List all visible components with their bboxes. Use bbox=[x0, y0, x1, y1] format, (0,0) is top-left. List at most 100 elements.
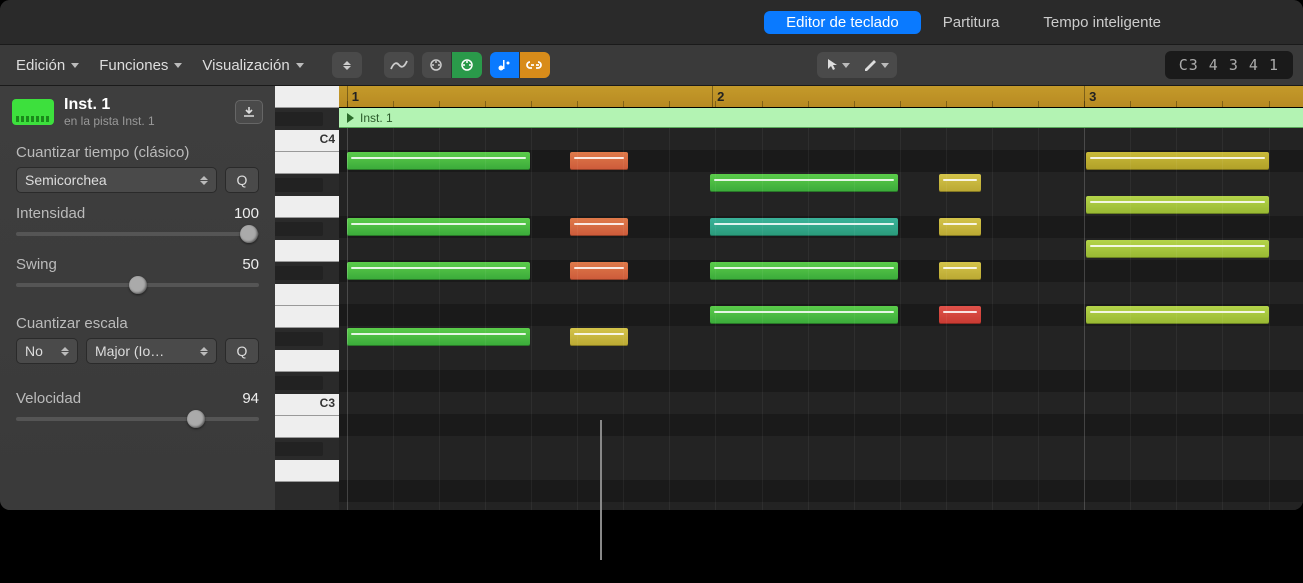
piano-key[interactable] bbox=[275, 284, 339, 306]
pencil-icon bbox=[864, 59, 878, 71]
piano-key[interactable]: C3 bbox=[275, 394, 339, 416]
region-name: Inst. 1 bbox=[360, 111, 393, 125]
automation-icon bbox=[390, 59, 408, 71]
midi-note[interactable] bbox=[570, 262, 628, 280]
chevron-down-icon bbox=[71, 63, 79, 68]
note-grid[interactable]: 123 Inst. 1 bbox=[339, 86, 1303, 510]
midi-note[interactable] bbox=[570, 328, 628, 346]
play-icon bbox=[347, 113, 354, 123]
piano-key-black[interactable] bbox=[275, 266, 323, 280]
midi-out-button[interactable] bbox=[452, 52, 482, 78]
midi-note[interactable] bbox=[570, 152, 628, 170]
midi-in-button[interactable] bbox=[422, 52, 452, 78]
menu-view-label: Visualización bbox=[202, 57, 289, 74]
track-subtitle: en la pista Inst. 1 bbox=[64, 114, 155, 128]
piano-keyboard[interactable]: C4 C3 bbox=[275, 86, 339, 510]
note-lane[interactable] bbox=[339, 502, 1303, 510]
region-header[interactable]: Inst. 1 bbox=[339, 108, 1303, 128]
strength-label: Intensidad bbox=[16, 205, 85, 222]
chevron-down-icon bbox=[842, 63, 850, 68]
midi-note[interactable] bbox=[710, 174, 898, 192]
piano-key[interactable] bbox=[275, 306, 339, 328]
piano-key-black[interactable] bbox=[275, 442, 323, 456]
piano-key[interactable] bbox=[275, 460, 339, 482]
note-lane[interactable] bbox=[339, 128, 1303, 150]
midi-note[interactable] bbox=[710, 306, 898, 324]
swing-value: 50 bbox=[242, 256, 259, 273]
piano-key[interactable]: C4 bbox=[275, 130, 339, 152]
scale-quantize-label: Cuantizar escala bbox=[16, 315, 259, 332]
midi-note[interactable] bbox=[1086, 196, 1269, 214]
midi-note[interactable] bbox=[1086, 152, 1269, 170]
stepper-icon bbox=[200, 176, 208, 185]
link-tool-group bbox=[490, 52, 550, 78]
quantize-apply-button[interactable]: Q bbox=[225, 167, 259, 193]
chevron-down-icon bbox=[174, 63, 182, 68]
midi-note[interactable] bbox=[1086, 240, 1269, 258]
pointer-icon bbox=[827, 58, 839, 72]
notes-button[interactable] bbox=[490, 52, 520, 78]
piano-key[interactable] bbox=[275, 196, 339, 218]
catch-playhead-button[interactable] bbox=[332, 52, 362, 78]
piano-roll-window: Editor de teclado Partitura Tempo inteli… bbox=[0, 0, 1303, 510]
automation-button[interactable] bbox=[384, 52, 414, 78]
midi-note[interactable] bbox=[710, 218, 898, 236]
quantize-value: Semicorchea bbox=[25, 172, 107, 188]
cmd-click-tool[interactable] bbox=[857, 52, 895, 78]
note-lane[interactable] bbox=[339, 370, 1303, 392]
quantize-select[interactable]: Semicorchea bbox=[16, 167, 217, 193]
tool-selector bbox=[817, 52, 897, 78]
piano-key[interactable] bbox=[275, 416, 339, 438]
scale-onoff-select[interactable]: No bbox=[16, 338, 78, 364]
tab-score[interactable]: Partitura bbox=[921, 11, 1022, 34]
note-lane[interactable] bbox=[339, 436, 1303, 458]
piano-roll-editor: C4 C3 123 Inst. 1 bbox=[275, 86, 1303, 510]
velocity-value: 94 bbox=[242, 390, 259, 407]
link-icon bbox=[526, 59, 544, 71]
velocity-slider[interactable] bbox=[16, 409, 259, 429]
piano-key[interactable] bbox=[275, 86, 339, 108]
left-click-tool[interactable] bbox=[819, 52, 857, 78]
note-lane[interactable] bbox=[339, 348, 1303, 370]
track-name: Inst. 1 bbox=[64, 96, 155, 114]
note-lane[interactable] bbox=[339, 458, 1303, 480]
tab-keyboard-editor[interactable]: Editor de teclado bbox=[764, 11, 921, 34]
strength-slider[interactable] bbox=[16, 224, 259, 244]
piano-key-black[interactable] bbox=[275, 332, 323, 346]
note-lane[interactable] bbox=[339, 282, 1303, 304]
midi-note[interactable] bbox=[1086, 306, 1269, 324]
velocity-label: Velocidad bbox=[16, 390, 81, 407]
view-tabbar: Editor de teclado Partitura Tempo inteli… bbox=[0, 0, 1303, 45]
midi-in-icon bbox=[427, 58, 445, 72]
midi-note[interactable] bbox=[570, 218, 628, 236]
menu-functions[interactable]: Funciones bbox=[93, 53, 188, 78]
piano-key[interactable] bbox=[275, 152, 339, 174]
position-display[interactable]: C3 4 3 4 1 bbox=[1165, 51, 1293, 79]
piano-key-black[interactable] bbox=[275, 178, 323, 192]
time-ruler[interactable]: 123 bbox=[339, 86, 1303, 108]
import-button[interactable] bbox=[235, 100, 263, 124]
piano-key[interactable] bbox=[275, 350, 339, 372]
link-button[interactable] bbox=[520, 52, 550, 78]
scale-mode-select[interactable]: Major (Io… bbox=[86, 338, 217, 364]
menu-edit[interactable]: Edición bbox=[10, 53, 85, 78]
note-lanes[interactable] bbox=[339, 128, 1303, 510]
note-lane[interactable] bbox=[339, 392, 1303, 414]
piano-key-black[interactable] bbox=[275, 376, 323, 390]
note-lane[interactable] bbox=[339, 480, 1303, 502]
piano-key[interactable] bbox=[275, 240, 339, 262]
collapse-icon bbox=[339, 58, 355, 72]
scale-onoff-value: No bbox=[25, 343, 43, 359]
midi-note[interactable] bbox=[710, 262, 898, 280]
scale-quantize-apply-button[interactable]: Q bbox=[225, 338, 259, 364]
piano-key-black[interactable] bbox=[275, 222, 323, 236]
piano-key-black[interactable] bbox=[275, 112, 323, 126]
notes-icon bbox=[496, 58, 512, 72]
chevron-down-icon bbox=[881, 63, 889, 68]
swing-slider[interactable] bbox=[16, 275, 259, 295]
note-lane[interactable] bbox=[339, 414, 1303, 436]
inspector-panel: Inst. 1 en la pista Inst. 1 Cuantizar ti… bbox=[0, 86, 275, 510]
chevron-down-icon bbox=[296, 63, 304, 68]
tab-smart-tempo[interactable]: Tempo inteligente bbox=[1021, 11, 1183, 34]
menu-view[interactable]: Visualización bbox=[196, 53, 309, 78]
